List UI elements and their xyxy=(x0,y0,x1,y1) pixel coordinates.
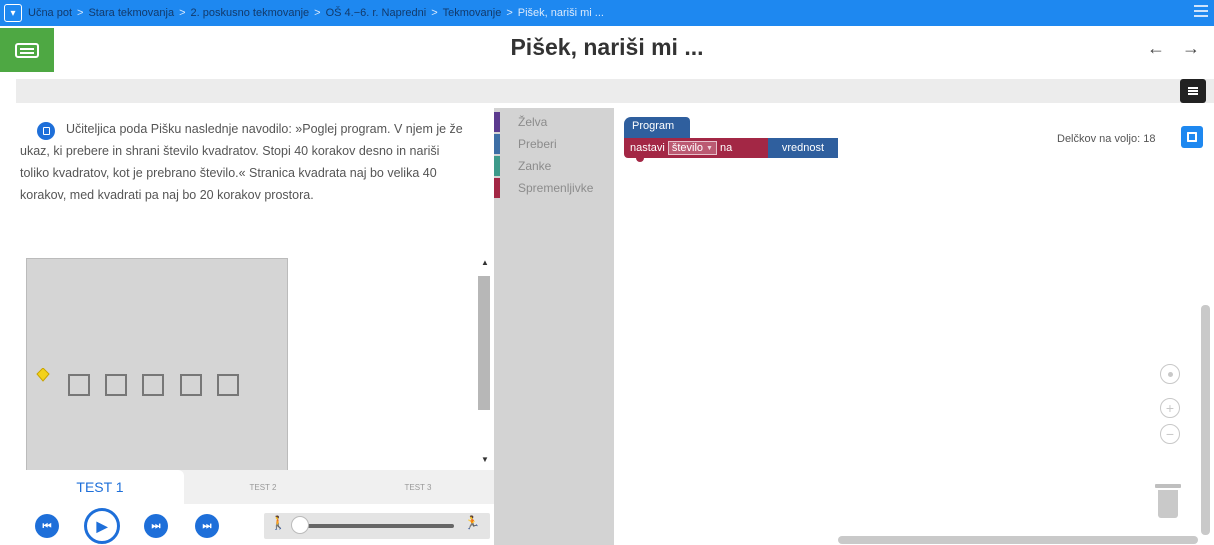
canvas-scrollbar[interactable] xyxy=(478,276,490,410)
task-info-icon xyxy=(37,122,55,140)
category-label: Preberi xyxy=(518,137,557,151)
set-block-to-label: na xyxy=(719,142,733,154)
toolbox-category-variables[interactable]: Spremenljivke xyxy=(494,178,593,198)
app-root: ▾ Učna pot > Stara tekmovanja > 2. posku… xyxy=(0,0,1214,545)
breadcrumb-separator: > xyxy=(431,7,438,19)
speed-slider-track[interactable] xyxy=(294,524,454,528)
program-block[interactable]: Program xyxy=(624,117,690,139)
menu-icon xyxy=(1188,87,1198,95)
hamburger-menu-icon[interactable] xyxy=(1194,5,1208,19)
keyboard-button[interactable] xyxy=(0,28,54,72)
tab-test-2[interactable]: TEST 2 xyxy=(184,470,342,504)
slow-walker-icon: 🚶 xyxy=(270,515,287,530)
blocks-remaining: Delčkov na voljo: 18 xyxy=(1057,133,1156,145)
drawn-square xyxy=(180,374,202,396)
title-bar: Pišek, nariši mi ... ← → xyxy=(0,26,1214,72)
trash-icon[interactable] xyxy=(1155,484,1181,518)
breadcrumb-item[interactable]: Stara tekmovanja xyxy=(88,7,174,19)
instructions-text: Učiteljica poda Pišku naslednje navodilo… xyxy=(20,122,463,202)
zoom-in-icon[interactable]: + xyxy=(1160,398,1180,418)
breadcrumb-bar: ▾ Učna pot > Stara tekmovanja > 2. posku… xyxy=(0,0,1214,26)
drawing-canvas xyxy=(26,258,288,472)
skip-back-icon[interactable]: ⏮ xyxy=(35,514,59,538)
breadcrumb-current: Pišek, nariši mi ... xyxy=(517,7,604,19)
tab-test-1[interactable]: TEST 1 xyxy=(16,470,184,504)
breadcrumb-separator: > xyxy=(506,7,513,19)
fast-walker-icon: 🏃 xyxy=(464,515,481,530)
scroll-up-icon[interactable]: ▲ xyxy=(481,258,489,267)
breadcrumb: Učna pot > Stara tekmovanja > 2. poskusn… xyxy=(28,7,604,19)
breadcrumb-separator: > xyxy=(179,7,186,19)
recenter-icon[interactable] xyxy=(1160,364,1180,384)
skip-forward-icon[interactable]: ⏭ xyxy=(195,514,219,538)
breadcrumb-separator: > xyxy=(77,7,84,19)
set-variable-block[interactable]: nastavi število ▼ na xyxy=(624,138,770,158)
category-label: Zanke xyxy=(518,159,552,173)
page-title: Pišek, nariši mi ... xyxy=(510,34,704,60)
breadcrumb-item[interactable]: Tekmovanje xyxy=(443,7,502,19)
fullscreen-button[interactable] xyxy=(1181,126,1203,148)
back-forward-arrows-icon[interactable]: ← → xyxy=(1147,38,1206,59)
variable-name: število xyxy=(671,142,704,154)
menu-button[interactable] xyxy=(1180,79,1206,103)
tab-test-3[interactable]: TEST 3 xyxy=(342,470,494,504)
collapse-toggle-icon[interactable]: ▾ xyxy=(4,4,22,22)
zoom-out-icon[interactable]: − xyxy=(1160,424,1180,444)
dropdown-arrow-icon: ▼ xyxy=(706,144,713,152)
toolbox-category-input[interactable]: Preberi xyxy=(494,134,557,154)
breadcrumb-separator: > xyxy=(314,7,321,19)
drawn-square xyxy=(105,374,127,396)
play-icon[interactable]: ▶ xyxy=(84,508,120,544)
breadcrumb-item[interactable]: 2. poskusno tekmovanje xyxy=(191,7,310,19)
category-label: Spremenljivke xyxy=(518,181,594,195)
toolbar-strip xyxy=(16,79,1214,103)
keyboard-icon xyxy=(15,42,39,58)
category-label: Želva xyxy=(518,115,548,129)
drawn-square xyxy=(68,374,90,396)
scroll-down-icon[interactable]: ▼ xyxy=(481,455,489,464)
variable-dropdown[interactable]: število ▼ xyxy=(667,141,717,155)
task-instructions: Učiteljica poda Pišku naslednje navodilo… xyxy=(20,118,470,206)
step-icon[interactable]: ⏭ xyxy=(144,514,168,538)
speed-slider-handle[interactable] xyxy=(291,516,309,534)
drawn-square xyxy=(142,374,164,396)
set-block-label: nastavi xyxy=(630,142,665,154)
toolbox-category-turtle[interactable]: Želva xyxy=(494,112,547,132)
drawn-square xyxy=(217,374,239,396)
turtle-icon xyxy=(36,368,50,382)
fullscreen-icon xyxy=(1187,132,1197,142)
value-block[interactable]: vrednost xyxy=(768,138,838,158)
workspace-vertical-scrollbar[interactable] xyxy=(1201,305,1210,535)
toolbox-category-loops[interactable]: Zanke xyxy=(494,156,551,176)
breadcrumb-item[interactable]: OŠ 4.−6. r. Napredni xyxy=(326,7,427,19)
workspace-horizontal-scrollbar[interactable] xyxy=(838,536,1198,544)
breadcrumb-item[interactable]: Učna pot xyxy=(28,7,72,19)
block-workspace[interactable] xyxy=(614,108,1214,545)
